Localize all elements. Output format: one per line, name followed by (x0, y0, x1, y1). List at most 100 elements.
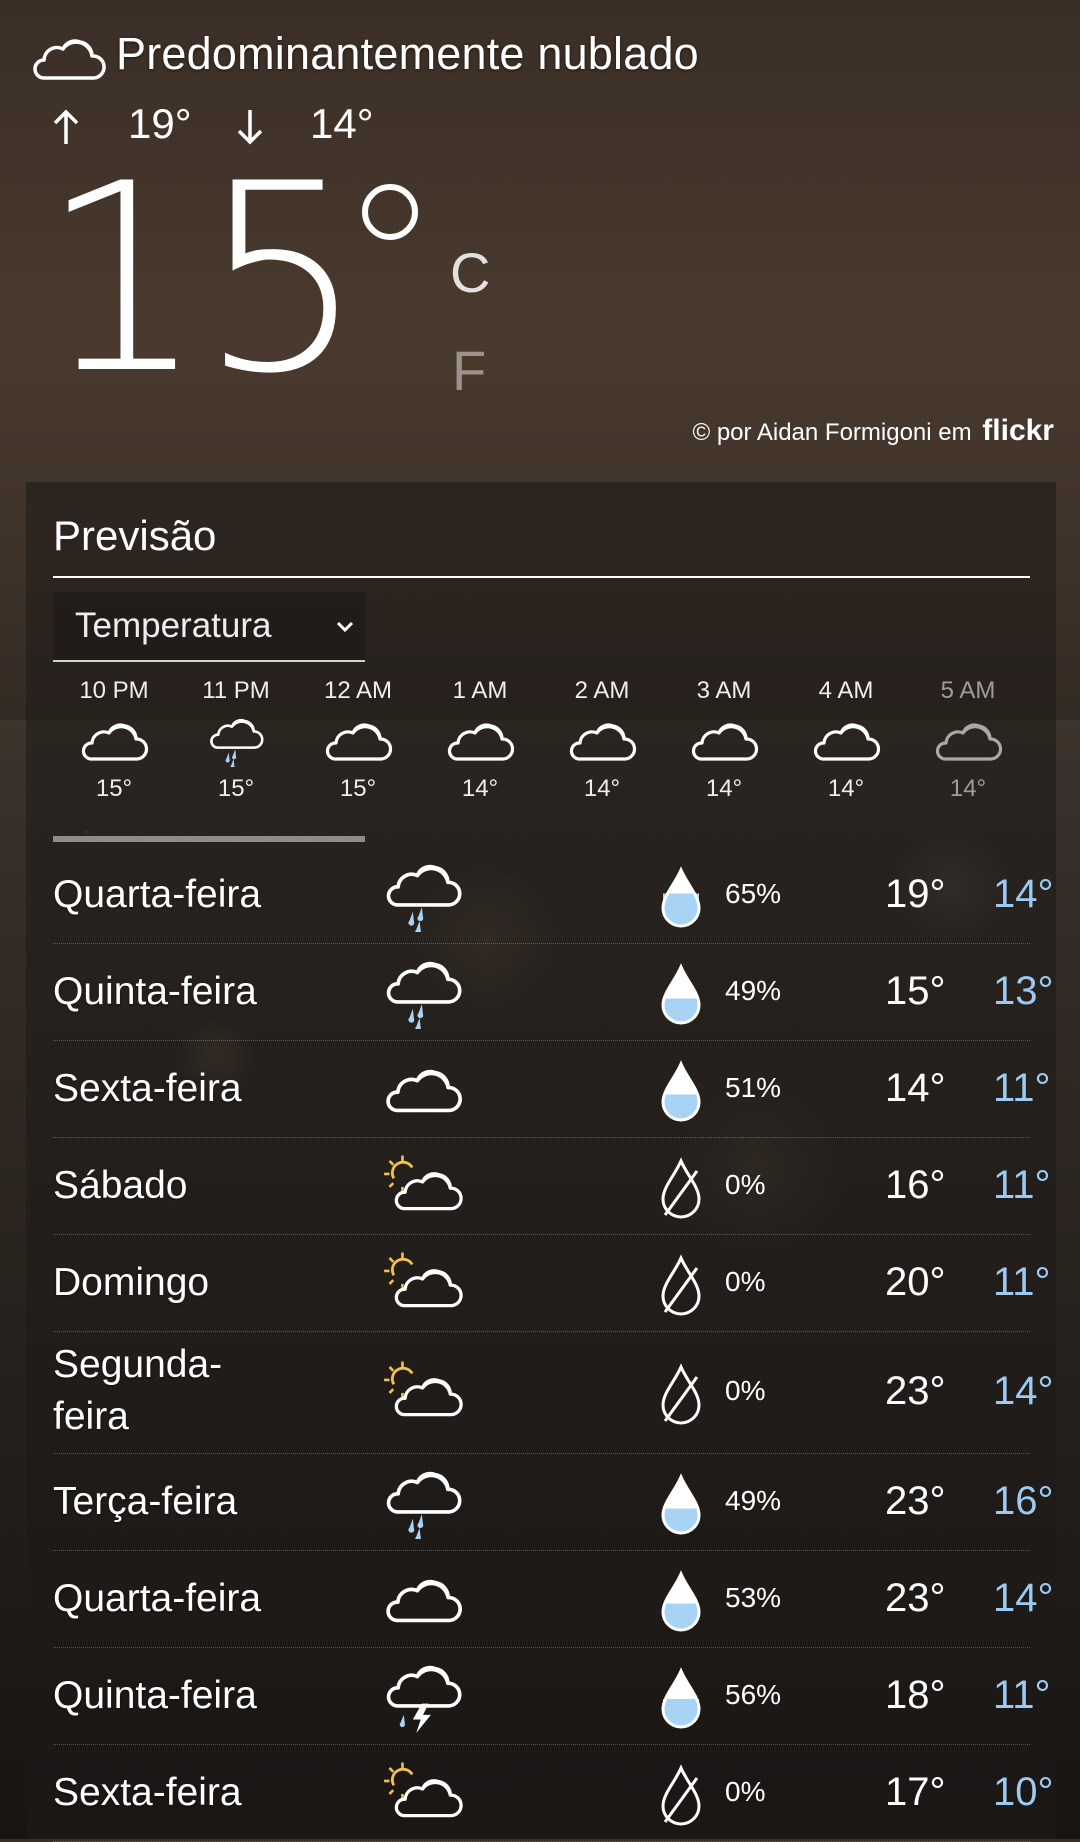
high-temp: 20° (885, 1259, 946, 1304)
low-temp: 13° (993, 968, 1054, 1013)
cloud-icon (813, 723, 881, 761)
cloud-rain-icon (210, 718, 264, 769)
precip-chance: 0% (725, 1168, 766, 1200)
hourly-temp: 14° (705, 775, 743, 802)
hourly-item: 4 AM 14° (785, 677, 907, 803)
hourly-item: 12 AM 15° (297, 677, 419, 803)
high-temp: 23° (885, 1478, 946, 1523)
hourly-temp: 14° (949, 775, 987, 802)
forecast-type-dropdown[interactable]: Temperatura (53, 592, 365, 662)
low-temp: 14° (993, 1575, 1054, 1620)
daily-forecast-row[interactable]: Terça-feira 49% 23° 16° (53, 1453, 1054, 1551)
daily-forecast-row[interactable]: Sexta-feira 51% 14° 11° (53, 1040, 1051, 1138)
thunderstorm-icon (386, 1665, 462, 1733)
current-temperature: 15 (40, 129, 365, 431)
cloud-icon (81, 723, 149, 761)
hourly-temp: 14° (583, 775, 621, 802)
daily-forecast-row[interactable]: Sexta-feira 0% 17° 10° (53, 1744, 1054, 1842)
low-temp: 14° (993, 1369, 1054, 1413)
low-temp: 16° (993, 1478, 1054, 1523)
hourly-item: 11 PM 15° (175, 677, 297, 803)
day-name: Segunda- feira (53, 1343, 223, 1438)
precip-none-icon (661, 1253, 701, 1315)
precip-chance: 0% (725, 1775, 766, 1807)
daily-forecast-row[interactable]: Quinta-feira 49% 15° 13° (53, 943, 1054, 1041)
day-name: Terça-feira (53, 1479, 238, 1523)
low-temp: 14° (993, 871, 1054, 916)
high-temp: 16° (885, 1162, 946, 1207)
hourly-time: 1 AM (452, 677, 508, 704)
low-temp: 11° (993, 1672, 1051, 1717)
day-name: Quarta-feira (53, 872, 262, 916)
high-temp: 14° (885, 1065, 946, 1110)
hourly-temp: 15° (217, 775, 255, 802)
partly-sunny-icon (384, 1155, 463, 1210)
day-name: Domingo (53, 1260, 210, 1304)
dropdown-selected-value: Temperatura (75, 606, 272, 645)
low-temp: 10° (993, 1769, 1054, 1814)
day-name: Quarta-feira (53, 1576, 262, 1620)
cloud-icon (325, 723, 393, 761)
precip-chance: 0% (725, 1265, 766, 1297)
hourly-temp: 15° (95, 775, 133, 802)
cloud-icon (386, 1069, 462, 1112)
low-temp: 11° (993, 1065, 1051, 1110)
daily-forecast-row[interactable]: Sábado 0% 16° 11° (53, 1137, 1051, 1235)
precip-none-icon (661, 1763, 701, 1825)
precip-none-icon (661, 1156, 701, 1218)
precip-drop-icon (661, 1472, 701, 1534)
degree-symbol (362, 184, 418, 240)
daily-forecast-row[interactable]: Domingo 0% 20° 11° (53, 1234, 1051, 1332)
hourly-item: 5 AM 14° (907, 677, 1029, 803)
day-name: Sexta-feira (53, 1066, 242, 1110)
precip-drop-icon (661, 962, 701, 1024)
unit-celsius-toggle[interactable]: C (450, 240, 490, 305)
cloud-icon (447, 723, 515, 761)
photo-credit-text: © por Aidan Formigoni em (692, 419, 972, 446)
divider (53, 576, 1030, 578)
precip-drop-icon (661, 1059, 701, 1121)
unit-fahrenheit-toggle[interactable]: F (452, 338, 486, 403)
precip-none-icon (661, 1363, 701, 1425)
precip-chance: 51% (725, 1071, 782, 1103)
precip-chance: 65% (725, 877, 782, 909)
hourly-temp: 14° (461, 775, 499, 802)
hourly-item: 2 AM 14° (541, 677, 663, 803)
day-name: Quinta-feira (53, 969, 257, 1013)
low-temp: 11° (993, 1162, 1051, 1207)
day-name: Quinta-feira (53, 1673, 257, 1717)
partly-sunny-icon (384, 1252, 463, 1307)
photo-credit[interactable]: © por Aidan Formigoni em flickr (692, 414, 1054, 448)
precip-chance: 49% (725, 1484, 782, 1516)
hourly-time: 3 AM (696, 677, 752, 704)
hourly-time: 5 AM (940, 677, 996, 704)
daily-forecast-row[interactable]: Quarta-feira 65% 19° 14° (53, 846, 1054, 944)
high-temp: 23° (885, 1369, 946, 1413)
hourly-time: 12 AM (323, 677, 393, 704)
high-temp: 18° (885, 1672, 946, 1717)
forecast-panel: Previsão Temperatura 10 PM 15° 11 PM 15°… (26, 482, 1056, 1842)
hourly-time: 4 AM (818, 677, 874, 704)
precip-drop-icon (661, 1569, 701, 1631)
hourly-item: 1 AM 14° (419, 677, 541, 803)
hourly-item: 3 AM 14° (663, 677, 785, 803)
forecast-title: Previsão (53, 512, 217, 559)
flickr-logo: flickr (982, 414, 1054, 447)
daily-forecast-row[interactable]: Quarta-feira 53% 23° 14° (53, 1550, 1054, 1648)
hourly-scrollbar[interactable] (53, 836, 365, 842)
day-name: Sexta-feira (53, 1770, 242, 1814)
chevron-down-icon (336, 621, 354, 633)
day-name: Sábado (53, 1163, 188, 1207)
daily-forecast-row[interactable]: Segunda- feira 0% 23° 14° (53, 1331, 1054, 1454)
precip-drop-icon (661, 1666, 701, 1728)
daily-forecast-row[interactable]: Quinta-feira 56% 18° 11° (53, 1647, 1051, 1745)
cloud-icon (569, 723, 637, 761)
hourly-time: 11 PM (202, 677, 270, 704)
hourly-temp: 14° (827, 775, 865, 802)
precip-chance: 49% (725, 974, 782, 1006)
cloud-rain-icon (386, 961, 462, 1032)
hourly-item: 10 PM 15° (53, 677, 175, 803)
cloud-icon (691, 723, 759, 761)
partly-sunny-icon (384, 1762, 463, 1817)
hourly-forecast-strip[interactable]: 10 PM 15° 11 PM 15° 12 AM 15° 1 AM 14° 2… (53, 677, 1030, 807)
